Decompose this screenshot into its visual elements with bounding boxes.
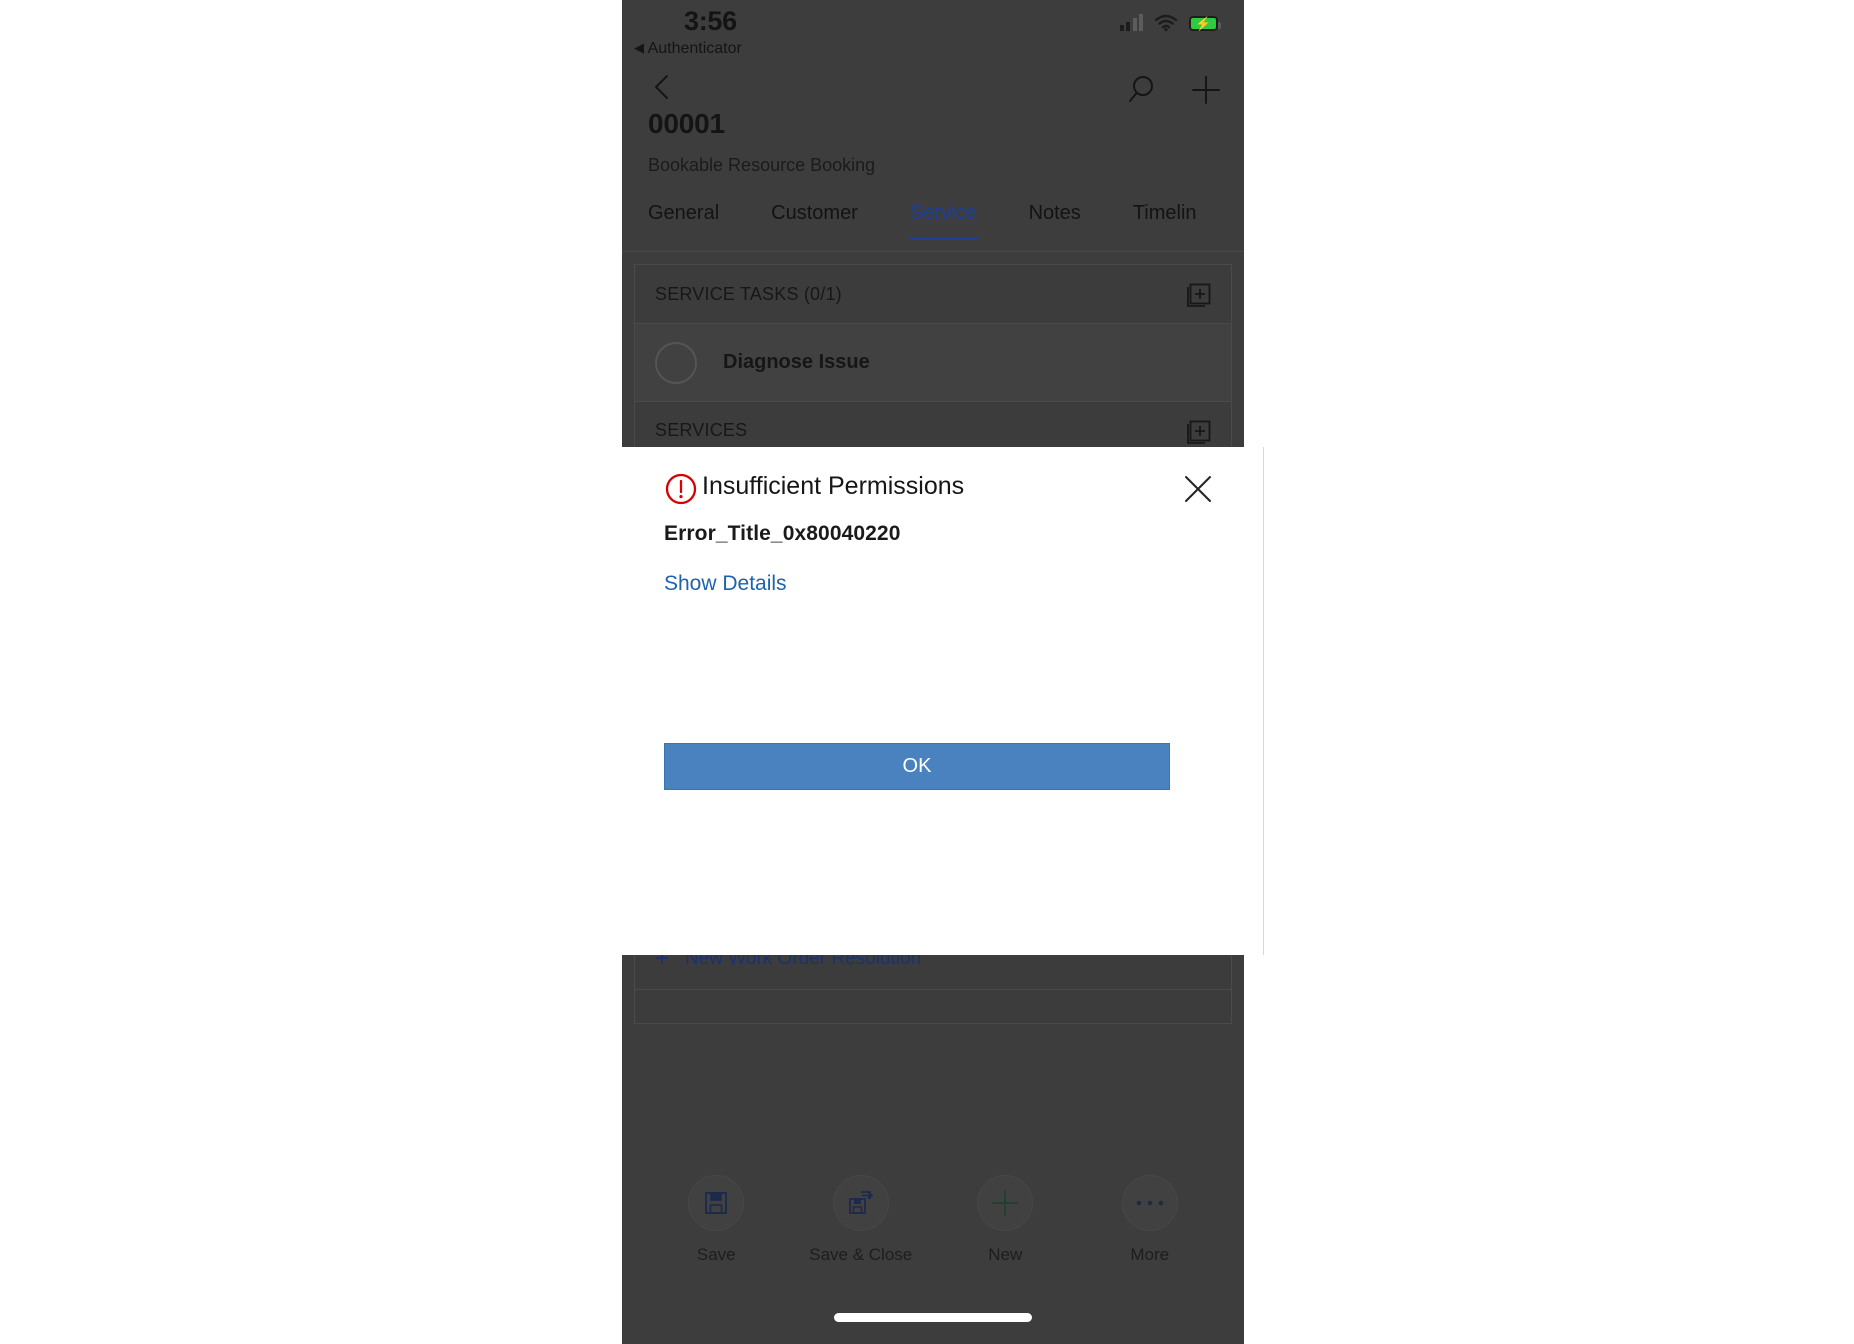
tab-general[interactable]: General bbox=[648, 202, 719, 239]
tab-strip: General Customer Service Notes Timelin bbox=[622, 190, 1244, 252]
partial-row-below bbox=[635, 989, 1231, 1023]
home-indicator[interactable] bbox=[834, 1313, 1032, 1322]
service-tasks-section: SERVICE TASKS (0/1) Diagnose Issue SERVI… bbox=[634, 264, 1232, 460]
return-to-app-label[interactable]: ◀ Authenticator bbox=[634, 40, 742, 58]
dialog-header: Insufficient Permissions bbox=[622, 447, 1263, 529]
overflow-ellipsis-icon bbox=[1121, 1175, 1178, 1231]
cellular-bars-icon bbox=[1119, 14, 1143, 31]
plus-icon[interactable] bbox=[1186, 70, 1226, 110]
new-label: New bbox=[988, 1245, 1023, 1264]
wifi-icon bbox=[1154, 14, 1178, 32]
home-indicator-area bbox=[622, 1290, 1244, 1344]
show-details-link[interactable]: Show Details bbox=[664, 572, 787, 596]
save-and-close-button[interactable]: Save & Close bbox=[801, 1175, 921, 1265]
tab-notes[interactable]: Notes bbox=[1029, 202, 1081, 239]
error-exclamation-icon bbox=[665, 473, 697, 505]
screenshot-canvas: 3:56 ◀ Authenticator ⚡ 00001 Bookable Re… bbox=[0, 0, 1854, 1344]
save-floppy-icon bbox=[688, 1175, 745, 1231]
task-label: Diagnose Issue bbox=[723, 351, 870, 373]
dialog-title: Insufficient Permissions bbox=[702, 472, 965, 500]
search-icon[interactable] bbox=[1126, 70, 1166, 110]
add-to-list-icon[interactable] bbox=[1183, 416, 1213, 446]
new-button[interactable]: New bbox=[945, 1175, 1065, 1265]
status-bar-clock: 3:56 bbox=[684, 6, 737, 36]
service-tasks-header: SERVICE TASKS (0/1) bbox=[635, 265, 1231, 323]
entity-type-label: Bookable Resource Booking bbox=[648, 155, 876, 175]
more-label: More bbox=[1130, 1245, 1170, 1264]
more-button[interactable]: More bbox=[1090, 1175, 1210, 1265]
add-to-list-icon[interactable] bbox=[1183, 279, 1213, 309]
dialog-error-code: Error_Title_0x80040220 bbox=[664, 522, 901, 545]
return-app-name: Authenticator bbox=[647, 40, 742, 57]
service-tasks-title: SERVICE TASKS (0/1) bbox=[655, 283, 842, 304]
save-button[interactable]: Save bbox=[656, 1175, 776, 1265]
save-and-close-label: Save & Close bbox=[809, 1245, 913, 1264]
service-task-row[interactable]: Diagnose Issue bbox=[635, 323, 1231, 401]
insufficient-permissions-dialog: Insufficient Permissions Error_Title_0x8… bbox=[622, 447, 1264, 955]
tab-timeline[interactable]: Timelin bbox=[1133, 202, 1197, 239]
tab-service[interactable]: Service bbox=[909, 202, 977, 240]
bottom-toolbar: Save Save & Close New More bbox=[622, 1150, 1244, 1290]
status-bar-icons: ⚡ bbox=[1119, 14, 1221, 32]
services-title: SERVICES bbox=[655, 420, 748, 440]
plus-icon bbox=[977, 1175, 1034, 1231]
back-chevron-icon[interactable] bbox=[648, 72, 678, 102]
status-bar: 3:56 ◀ Authenticator ⚡ bbox=[622, 0, 1244, 58]
close-icon[interactable] bbox=[1181, 472, 1215, 506]
page-title: 00001 bbox=[648, 108, 725, 139]
save-label: Save bbox=[696, 1245, 736, 1264]
back-triangle-icon: ◀ bbox=[634, 40, 644, 55]
save-and-close-icon bbox=[832, 1175, 889, 1231]
task-complete-toggle[interactable] bbox=[655, 341, 697, 384]
battery-charging-icon: ⚡ bbox=[1189, 15, 1221, 31]
ok-button[interactable]: OK bbox=[664, 743, 1170, 790]
tab-customer[interactable]: Customer bbox=[771, 202, 858, 239]
